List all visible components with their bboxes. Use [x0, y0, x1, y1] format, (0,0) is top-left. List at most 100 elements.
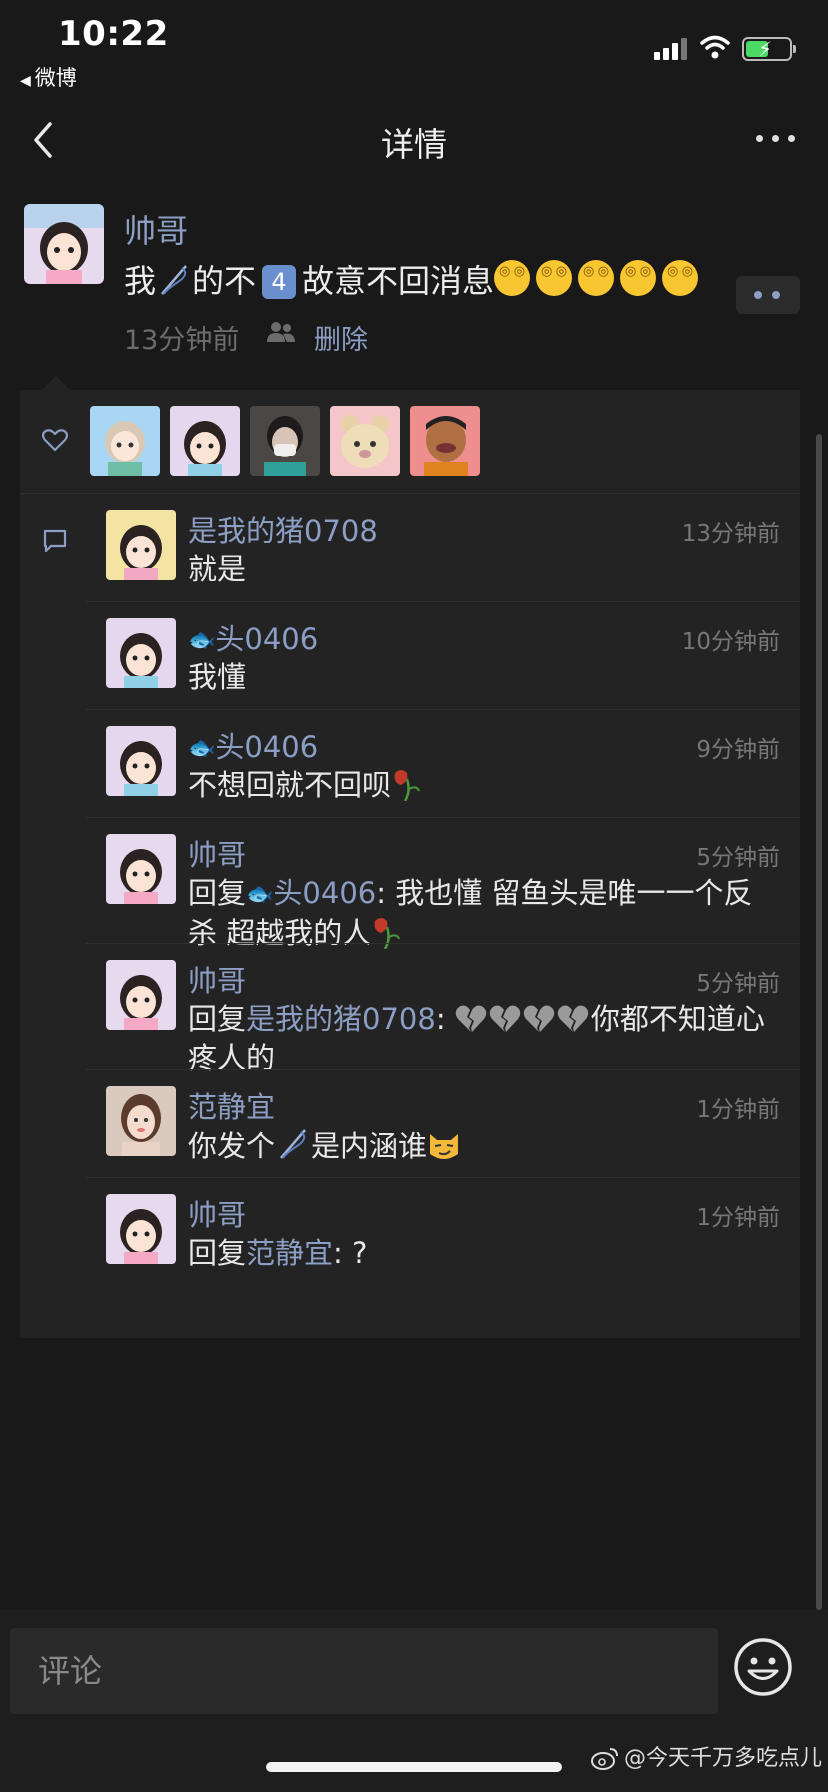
back-to-app-link[interactable]: ◀ 微博 — [20, 62, 77, 92]
home-indicator[interactable] — [266, 1762, 562, 1772]
fish-emoji-icon: 🐟 — [188, 628, 216, 653]
comment-avatar[interactable] — [106, 1086, 176, 1156]
comment-time: 1分钟前 — [696, 1097, 780, 1123]
dizzy-face-emoji — [536, 260, 573, 296]
comment-time: 10分钟前 — [681, 629, 780, 655]
reply-target[interactable]: 是我的猪0708 — [246, 1002, 436, 1036]
comment-text-part-a: 你发个 — [188, 1129, 276, 1163]
comment-author[interactable]: 帅哥 — [188, 832, 246, 874]
like-avatar[interactable] — [410, 406, 480, 476]
wilted-rose-emoji-icon — [394, 770, 420, 801]
comment-time: 13分钟前 — [681, 521, 780, 547]
wifi-icon — [700, 35, 730, 59]
comment-avatar[interactable] — [106, 1194, 176, 1264]
comment-avatar[interactable] — [106, 960, 176, 1030]
post-author-name[interactable]: 帅哥 — [124, 206, 188, 252]
comment-text-part-b: 是内涵谁 — [311, 1129, 428, 1163]
comment-item[interactable]: 🐟头0406 10分钟前 我懂 — [86, 601, 800, 709]
like-avatar[interactable] — [90, 406, 160, 476]
comment-text-body: 不想回就不回呗 — [188, 768, 392, 802]
comment-text: 你发个 是内涵谁 — [188, 1126, 778, 1166]
dizzy-face-emoji — [494, 260, 531, 296]
comment-author-name: 头0406 — [215, 730, 319, 764]
comment-input[interactable] — [10, 1628, 718, 1714]
signal-icon — [654, 38, 690, 60]
battery-icon: ⚡ — [742, 37, 796, 61]
comment-text: 回复🐟头0406: 我也懂 留鱼头是唯一一个反杀 超越我的人 — [188, 876, 753, 950]
dizzy-face-emoji — [620, 260, 657, 296]
moment-post: 帅哥 我的不4故意不回消息 13分钟前 删除 — [0, 184, 828, 384]
post-text-part-3: 故意不回消息 — [302, 262, 495, 300]
comment-item[interactable]: 范静宜 1分钟前 你发个 是内涵谁 — [86, 1069, 800, 1177]
delete-post-link[interactable]: 删除 — [314, 318, 368, 357]
weibo-logo-icon — [591, 1748, 618, 1770]
comment-avatar[interactable] — [106, 510, 176, 580]
back-triangle-icon: ◀ — [20, 73, 31, 89]
panel-caret — [42, 376, 70, 390]
comment-item[interactable]: 帅哥 1分钟前 回复范静宜: ? — [86, 1177, 800, 1285]
back-app-label: 微博 — [34, 66, 77, 90]
comment-text: 回复范静宜: ? — [188, 1236, 368, 1270]
comment-item[interactable]: 🐟头0406 9分钟前 不想回就不回呗 — [86, 709, 800, 817]
comment-avatar[interactable] — [106, 726, 176, 796]
post-time: 13分钟前 — [124, 325, 240, 356]
dizzy-face-emoji — [662, 260, 699, 296]
comment-text: 我懂 — [188, 660, 247, 694]
page-title: 详情 — [381, 125, 447, 164]
broken-heart-emoji-icon — [455, 1005, 487, 1032]
comment-author[interactable]: 是我的猪0708 — [188, 508, 378, 550]
comment-author-name: 头0406 — [215, 622, 319, 656]
comment-input-bar: @今天千万多吃点儿 — [0, 1610, 828, 1792]
broken-heart-emoji-icon — [523, 1005, 555, 1032]
like-avatar[interactable] — [170, 406, 240, 476]
needle-emoji-icon — [161, 265, 187, 295]
like-avatar[interactable] — [250, 406, 320, 476]
comment-time: 5分钟前 — [696, 845, 780, 871]
scrollbar[interactable] — [816, 434, 822, 1610]
comment-text: 不想回就不回呗 — [188, 766, 778, 805]
reply-target-name: 头0406 — [273, 876, 377, 910]
comment-author[interactable]: 帅哥 — [188, 958, 246, 1000]
comment-avatar[interactable] — [106, 618, 176, 688]
needle-emoji-icon — [280, 1129, 306, 1159]
comment-text: 就是 — [188, 552, 247, 586]
comment-author[interactable]: 帅哥 — [188, 1192, 246, 1234]
comment-item[interactable]: 是我的猪0708 13分钟前 就是 — [86, 494, 800, 601]
comment-avatar[interactable] — [106, 834, 176, 904]
comment-time: 5分钟前 — [696, 971, 780, 997]
broken-heart-emoji-icon — [489, 1005, 521, 1032]
likes-row — [20, 390, 800, 494]
smirk-cat-emoji-icon — [430, 1134, 459, 1159]
post-text-part-1: 我 — [124, 262, 157, 300]
comment-item[interactable]: 帅哥 5分钟前 回复是我的猪0708: 你都不知道心 疼人的 — [86, 943, 800, 1075]
like-avatar[interactable] — [330, 406, 400, 476]
weibo-watermark: @今天千万多吃点儿 — [590, 1740, 822, 1772]
emoji-picker-icon[interactable] — [732, 1636, 794, 1698]
comment-author[interactable]: 范静宜 — [188, 1084, 275, 1126]
comment-item[interactable]: 帅哥 5分钟前 回复🐟头0406: 我也懂 留鱼头是唯一一个反杀 超越我的人 — [86, 817, 800, 950]
comment-author[interactable]: 🐟头0406 — [188, 724, 318, 766]
interaction-panel: 是我的猪0708 13分钟前 就是 🐟头0406 10分钟前 我懂 🐟头0406… — [20, 390, 800, 1338]
comment-icon — [43, 529, 67, 553]
broken-heart-emoji-icon — [557, 1005, 589, 1032]
watermark-text: @今天千万多吃点儿 — [624, 1746, 823, 1771]
more-options-icon[interactable] — [754, 126, 798, 150]
nav-bar: 详情 — [0, 96, 828, 184]
comment-text: 回复是我的猪0708: 你都不知道心 疼人的 — [188, 1002, 765, 1075]
reply-prefix: 回复 — [188, 1002, 247, 1036]
post-author-avatar[interactable] — [24, 204, 104, 284]
dizzy-face-emoji — [578, 260, 615, 296]
comment-text-line1: 你都不知道心 — [590, 1002, 765, 1036]
status-bar: 10:22 ◀ 微博 ⚡ — [0, 0, 828, 96]
comment-author[interactable]: 🐟头0406 — [188, 616, 318, 658]
reply-target[interactable]: 范静宜 — [246, 1236, 333, 1270]
post-actions-button[interactable] — [736, 276, 800, 314]
comment-text-line1: 我也懂 留鱼头是唯一一个反 — [395, 876, 753, 910]
comment-time: 9分钟前 — [696, 737, 780, 763]
post-text: 我的不 4 故意不回消息 — [124, 256, 704, 302]
comment-time: 1分钟前 — [696, 1205, 780, 1231]
post-text-part-2: 的不 — [192, 262, 257, 300]
fish-emoji-icon: 🐟 — [188, 736, 216, 761]
fish-emoji-icon: 🐟 — [246, 882, 274, 907]
reply-target[interactable]: 🐟头0406 — [246, 876, 376, 910]
